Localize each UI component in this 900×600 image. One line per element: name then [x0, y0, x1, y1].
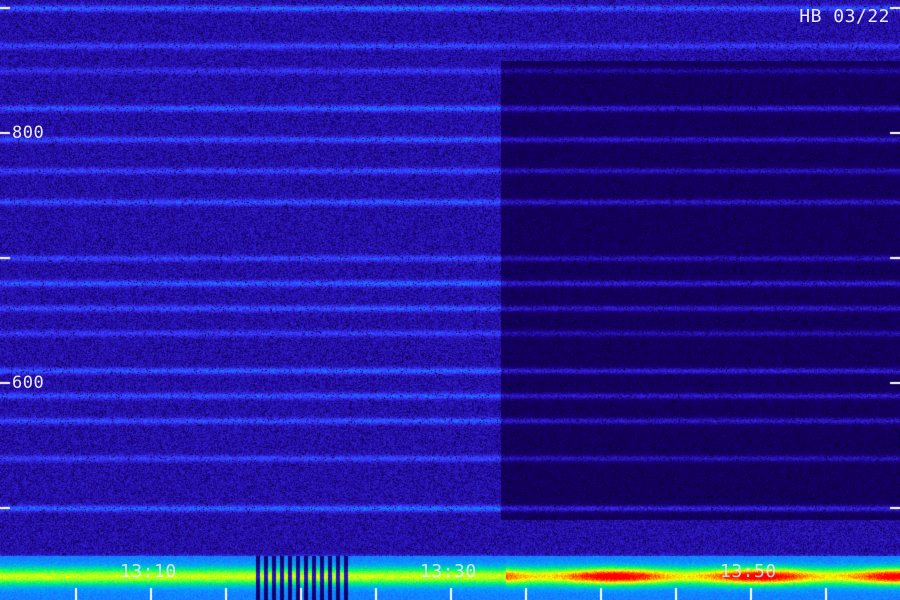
x-tick-label-1350: 13:50 [720, 561, 777, 582]
y-tick-label-600: 600 [12, 373, 45, 393]
spectrogram-plot [0, 0, 900, 600]
y-tick-label-800: 800 [12, 123, 45, 143]
x-tick-label-1330: 13:30 [420, 561, 477, 582]
date-stamp: HB 03/22 [799, 6, 890, 27]
x-tick-label-1310: 13:10 [120, 561, 177, 582]
